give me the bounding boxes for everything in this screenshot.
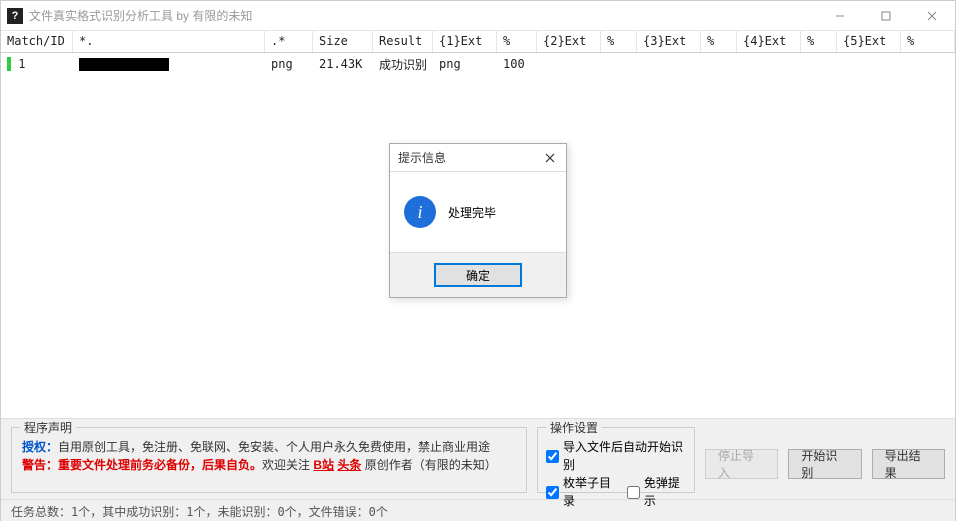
app-icon: ? xyxy=(7,8,23,24)
program-declaration-legend: 程序声明 xyxy=(20,419,76,436)
col-origext[interactable]: .* xyxy=(265,31,313,52)
col-pct1[interactable]: % xyxy=(497,31,537,52)
no-popup-label: 免弹提示 xyxy=(644,474,686,510)
table-header: Match/ID *. .* Size Result {1}Ext % {2}E… xyxy=(1,31,955,53)
bilibili-link[interactable]: B站 xyxy=(313,458,334,472)
cell-pct1: 100 xyxy=(497,55,537,73)
redacted-filename xyxy=(79,58,169,71)
minimize-button[interactable] xyxy=(817,1,863,30)
col-ext3[interactable]: {3}Ext xyxy=(637,31,701,52)
dialog-message: 处理完毕 xyxy=(448,204,496,221)
enum-subdir-label: 枚举子目录 xyxy=(563,474,616,510)
col-ext4[interactable]: {4}Ext xyxy=(737,31,801,52)
cell-pct3 xyxy=(701,62,737,66)
col-filename[interactable]: *. xyxy=(73,31,265,52)
operation-settings-group: 操作设置 导入文件后自动开始识别 枚举子目录 免弹提示 xyxy=(537,427,695,493)
cell-ext5 xyxy=(837,62,901,66)
cell-ext4 xyxy=(737,62,801,66)
program-declaration-group: 程序声明 授权：自用原创工具，免注册、免联网、免安装、个人用户永久免费使用，禁止… xyxy=(11,427,527,493)
no-popup-checkbox[interactable] xyxy=(627,486,640,499)
maximize-button[interactable] xyxy=(863,1,909,30)
col-size[interactable]: Size xyxy=(313,31,373,52)
info-dialog: 提示信息 i 处理完毕 确定 xyxy=(389,143,567,298)
col-ext5[interactable]: {5}Ext xyxy=(837,31,901,52)
dialog-body: i 处理完毕 xyxy=(390,172,566,252)
cell-pct2 xyxy=(601,62,637,66)
cell-ext1: png xyxy=(433,55,497,73)
table-row[interactable]: 1 png 21.43K 成功识别 png 100 xyxy=(1,53,955,75)
col-ext2[interactable]: {2}Ext xyxy=(537,31,601,52)
auth-line: 授权：自用原创工具，免注册、免联网、免安装、个人用户永久免费使用，禁止商业用途 xyxy=(22,438,516,456)
stop-import-button: 停止导入 xyxy=(705,449,778,479)
window-title: 文件真实格式识别分析工具 by 有限的未知 xyxy=(29,7,252,24)
warning-line: 警告：重要文件处理前务必备份，后果自负。欢迎关注 B站 头条 原创作者（有限的未… xyxy=(22,456,516,474)
info-icon: i xyxy=(404,196,436,228)
auto-recognize-label: 导入文件后自动开始识别 xyxy=(563,438,686,474)
toutiao-link[interactable]: 头条 xyxy=(337,458,361,472)
cell-size: 21.43K xyxy=(313,55,373,73)
cell-ext3 xyxy=(637,62,701,66)
titlebar: ? 文件真实格式识别分析工具 by 有限的未知 xyxy=(1,1,955,31)
dialog-close-button[interactable] xyxy=(540,148,560,168)
auto-recognize-checkbox[interactable] xyxy=(546,450,559,463)
col-pct2[interactable]: % xyxy=(601,31,637,52)
dialog-footer: 确定 xyxy=(390,252,566,297)
window-controls xyxy=(817,1,955,30)
close-button[interactable] xyxy=(909,1,955,30)
col-match-id[interactable]: Match/ID xyxy=(1,31,73,52)
dialog-ok-button[interactable]: 确定 xyxy=(434,263,522,287)
status-indicator-icon xyxy=(7,57,11,71)
dialog-titlebar: 提示信息 xyxy=(390,144,566,172)
operation-settings-legend: 操作设置 xyxy=(546,419,602,436)
col-pct3[interactable]: % xyxy=(701,31,737,52)
bottom-panel: 程序声明 授权：自用原创工具，免注册、免联网、免安装、个人用户永久免费使用，禁止… xyxy=(1,419,955,499)
status-bar: 任务总数：1个，其中成功识别：1个，未能识别：0个，文件错误：0个 xyxy=(1,499,955,521)
col-pct5[interactable]: % xyxy=(901,31,955,52)
cell-ext2 xyxy=(537,62,601,66)
cell-match-id: 1 xyxy=(1,55,73,74)
action-buttons: 停止导入 开始识别 导出结果 xyxy=(705,427,945,493)
cell-origext: png xyxy=(265,55,313,73)
cell-pct4 xyxy=(801,62,837,66)
cell-filename xyxy=(73,55,265,73)
dialog-title: 提示信息 xyxy=(398,149,446,166)
col-ext1[interactable]: {1}Ext xyxy=(433,31,497,52)
start-recognize-button[interactable]: 开始识别 xyxy=(788,449,861,479)
enum-subdir-checkbox[interactable] xyxy=(546,486,559,499)
cell-result: 成功识别 xyxy=(373,54,433,75)
export-result-button[interactable]: 导出结果 xyxy=(872,449,945,479)
col-pct4[interactable]: % xyxy=(801,31,837,52)
cell-pct5 xyxy=(901,62,955,66)
col-result[interactable]: Result xyxy=(373,31,433,52)
